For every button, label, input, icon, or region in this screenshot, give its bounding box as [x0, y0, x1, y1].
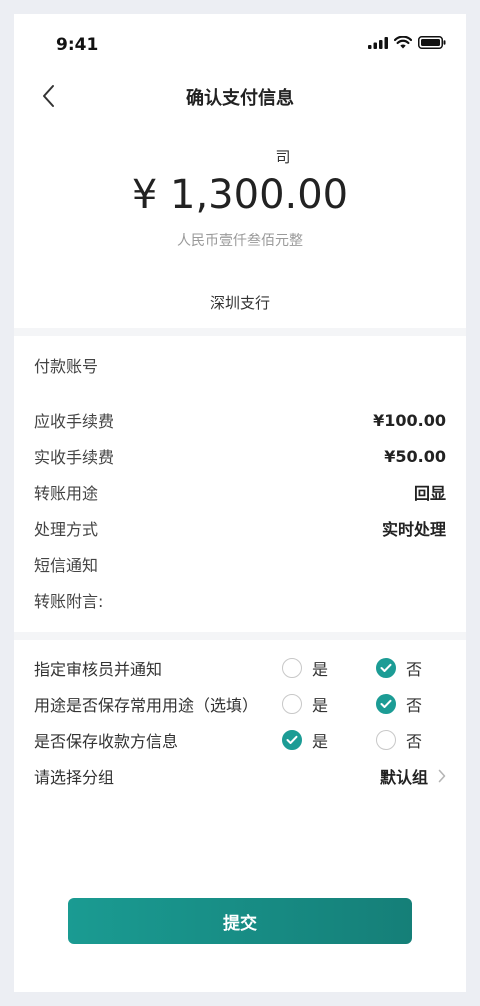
page-title: 确认支付信息 [186, 88, 294, 109]
radio-no-label: 否 [406, 696, 423, 715]
detail-row: 转账用途 回显 [34, 480, 446, 504]
radio-yes[interactable]: 是 [282, 692, 352, 716]
radio-circle-checked [282, 730, 302, 750]
option-label: 指定审核员并通知 [34, 660, 163, 679]
section-divider [14, 632, 466, 640]
account-label: 付款账号 [34, 357, 99, 376]
detail-row: 转账附言: [34, 588, 446, 612]
option-row-notify-reviewer: 指定审核员并通知 是 否 [34, 655, 446, 681]
status-icons [368, 36, 446, 49]
radio-circle [282, 658, 302, 678]
radio-circle [376, 730, 396, 750]
detail-row: 应收手续费 ¥100.00 [34, 408, 446, 432]
check-icon [286, 735, 298, 744]
radio-yes-label: 是 [312, 696, 329, 715]
payee-section: 司 ¥ 1,300.00 人民币壹仟叁佰元整 深圳支行 [14, 134, 466, 328]
group-value: 默认组 [379, 768, 428, 787]
radio-yes-label: 是 [312, 732, 329, 751]
radio-circle-checked [376, 658, 396, 678]
radio-yes[interactable]: 是 [282, 728, 352, 752]
radio-no[interactable]: 否 [376, 692, 446, 716]
detail-label: 转账用途 [34, 484, 99, 503]
option-row-save-purpose: 用途是否保存常用用途（选填） 是 否 [34, 691, 446, 717]
radio-no-label: 否 [406, 732, 423, 751]
detail-label: 短信通知 [34, 556, 99, 575]
group-select-row[interactable]: 请选择分组 默认组 [34, 763, 446, 789]
detail-row: 短信通知 [34, 552, 446, 576]
detail-value: 回显 [413, 484, 446, 503]
detail-label: 转账附言: [34, 592, 104, 611]
radio-no[interactable]: 否 [376, 656, 446, 680]
detail-row: 实收手续费 ¥50.00 [34, 444, 446, 468]
phone-screen: 9:41 确认支付信息 司 ¥ 1,300.00 人民币壹仟叁佰元整 深圳支行 … [14, 14, 466, 992]
group-select[interactable]: 默认组 [380, 764, 446, 788]
submit-button[interactable]: 提交 [68, 898, 412, 944]
account-row: 付款账号 [34, 353, 446, 377]
radio-circle-checked [376, 694, 396, 714]
option-row-save-payee: 是否保存收款方信息 是 否 [34, 727, 446, 753]
radio-no-label: 否 [406, 660, 423, 679]
battery-icon [418, 36, 446, 49]
detail-label: 应收手续费 [34, 412, 115, 431]
option-label: 是否保存收款方信息 [34, 732, 179, 751]
payee-branch: 深圳支行 [209, 294, 270, 312]
radio-circle [282, 694, 302, 714]
signal-icon [368, 36, 388, 49]
section-divider [14, 328, 466, 336]
detail-value: ¥50.00 [384, 446, 446, 466]
wifi-icon [394, 36, 412, 49]
option-label: 用途是否保存常用用途（选填） [34, 696, 259, 715]
status-bar: 9:41 [14, 14, 466, 74]
nav-bar: 确认支付信息 [14, 74, 466, 118]
detail-label: 实收手续费 [34, 448, 115, 467]
chevron-right-icon [438, 769, 446, 783]
detail-row: 处理方式 实时处理 [34, 516, 446, 540]
radio-yes-label: 是 [312, 660, 329, 679]
payment-amount-chinese: 人民币壹仟叁佰元整 [177, 233, 303, 249]
detail-label: 处理方式 [34, 520, 99, 539]
radio-yes[interactable]: 是 [282, 656, 352, 680]
detail-value: ¥100.00 [373, 410, 446, 430]
group-label: 请选择分组 [34, 768, 115, 787]
payee-company-suffix: 司 [275, 148, 291, 166]
check-icon [380, 699, 392, 708]
radio-no[interactable]: 否 [376, 728, 446, 752]
status-time: 9:41 [56, 35, 99, 55]
payment-amount: ¥ 1,300.00 [131, 172, 349, 218]
detail-value: 实时处理 [381, 520, 446, 539]
payee-company: 司 [14, 146, 466, 167]
check-icon [380, 663, 392, 672]
